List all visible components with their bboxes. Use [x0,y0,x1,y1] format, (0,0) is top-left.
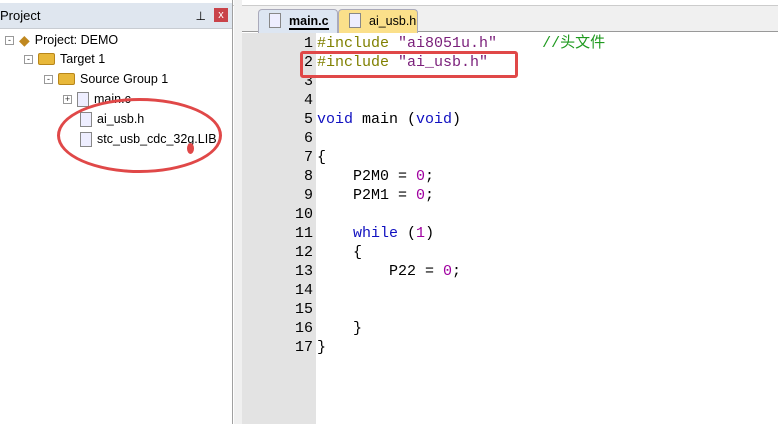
code-token: while [353,225,399,242]
code-token: { [317,244,363,261]
line-number: 5 [303,111,313,128]
annotation-box [300,51,518,78]
line-text [313,300,317,319]
line-number: 10 [294,206,313,223]
file-icon [269,13,281,28]
code-token: P2M0 = [317,168,417,185]
code-line[interactable]: 15 [242,300,317,319]
collapse-icon[interactable]: - [5,35,14,45]
code-token: 0 [416,168,426,185]
line-text: while (1) [313,224,434,243]
code-token: void [317,111,354,128]
code-token: } [317,339,327,356]
code-token: void [416,111,453,128]
code-line[interactable]: 6 [242,129,317,148]
line-text: { [313,148,326,167]
code-line[interactable]: 13 P22 = 0; [242,262,461,281]
project-panel-header: Project ⊥ x [0,3,232,29]
code-line[interactable]: 14 [242,281,317,300]
code-line[interactable]: 9 P2M1 = 0; [242,186,434,205]
pin-icon[interactable]: ⊥ [196,3,206,29]
line-number: 4 [303,92,313,109]
code-token: ; [452,263,462,280]
code-token: "ai8051u.h" [398,35,498,52]
tree-item-project[interactable]: - ◆ Project: DEMO [5,31,118,49]
line-text: P2M1 = 0; [313,186,434,205]
code-token: main ( [353,111,417,128]
code-line[interactable]: 4 [242,91,317,110]
line-number: 6 [303,130,313,147]
line-number: 7 [303,149,313,166]
code-line[interactable]: 17} [242,338,326,357]
line-number: 8 [303,168,313,185]
tab-ai-usb-h[interactable]: ai_usb.h [338,9,418,33]
line-text: P22 = 0; [313,262,461,281]
code-token: 0 [416,187,426,204]
line-number: 13 [294,263,313,280]
code-line[interactable]: 5 void main (void) [242,110,461,129]
splitter[interactable] [234,0,242,424]
project-icon: ◆ [19,32,30,48]
editor-tabs: main.c ai_usb.h [242,6,778,33]
code-line[interactable]: 8 P2M0 = 0; [242,167,434,186]
code-token: P2M1 = [317,187,417,204]
code-editor[interactable]: 1 #include "ai8051u.h" //头文件 2 #include "ai… [242,33,778,424]
close-icon[interactable]: x [214,8,228,22]
code-line[interactable]: 7{ [242,148,326,167]
line-text [313,281,317,300]
line-text: void main (void) [313,110,461,129]
code-token: ( [398,225,417,242]
code-line[interactable]: 11 while (1) [242,224,434,243]
line-text [313,129,317,148]
tree-item-source-group[interactable]: - Source Group 1 [44,70,168,88]
line-text [313,205,317,224]
code-token: ; [425,187,435,204]
line-number: 16 [294,320,313,337]
line-text [313,91,317,110]
expand-icon[interactable]: + [63,94,72,104]
line-text: } [313,338,326,357]
line-text: } [313,319,362,338]
project-panel-title: Project [0,8,41,23]
code-token: #include [317,35,399,52]
code-line[interactable]: 12 { [242,243,362,262]
line-text: P2M0 = 0; [313,167,434,186]
target-folder-icon [38,53,55,65]
line-text: { [313,243,362,262]
folder-icon [58,73,75,85]
line-number: 15 [294,301,313,318]
code-token: //头文件 [542,35,606,52]
code-token: 0 [443,263,453,280]
collapse-icon[interactable]: - [24,54,33,64]
code-token: 1 [416,225,426,242]
code-line[interactable]: 10 [242,205,317,224]
tree-item-target[interactable]: - Target 1 [24,50,105,68]
line-number: 12 [294,244,313,261]
file-icon [349,13,361,28]
code-token: P22 = [317,263,444,280]
project-panel: Project ⊥ x - ◆ Project: DEMO - Target 1 -S… [0,0,233,424]
code-token: ) [452,111,462,128]
code-token: { [317,149,327,166]
tab-main-c[interactable]: main.c [258,9,338,33]
collapse-icon[interactable]: - [44,74,53,84]
code-token: } [317,320,363,337]
code-token: ) [425,225,435,242]
code-line[interactable]: 16 } [242,319,362,338]
line-number: 11 [294,225,313,242]
file-icon [77,91,89,107]
line-number: 14 [294,282,313,299]
annotation-ellipse [57,98,222,173]
line-number: 9 [303,187,313,204]
line-number: 17 [294,339,313,356]
annotation-mark [187,143,194,154]
code-token: ; [425,168,435,185]
